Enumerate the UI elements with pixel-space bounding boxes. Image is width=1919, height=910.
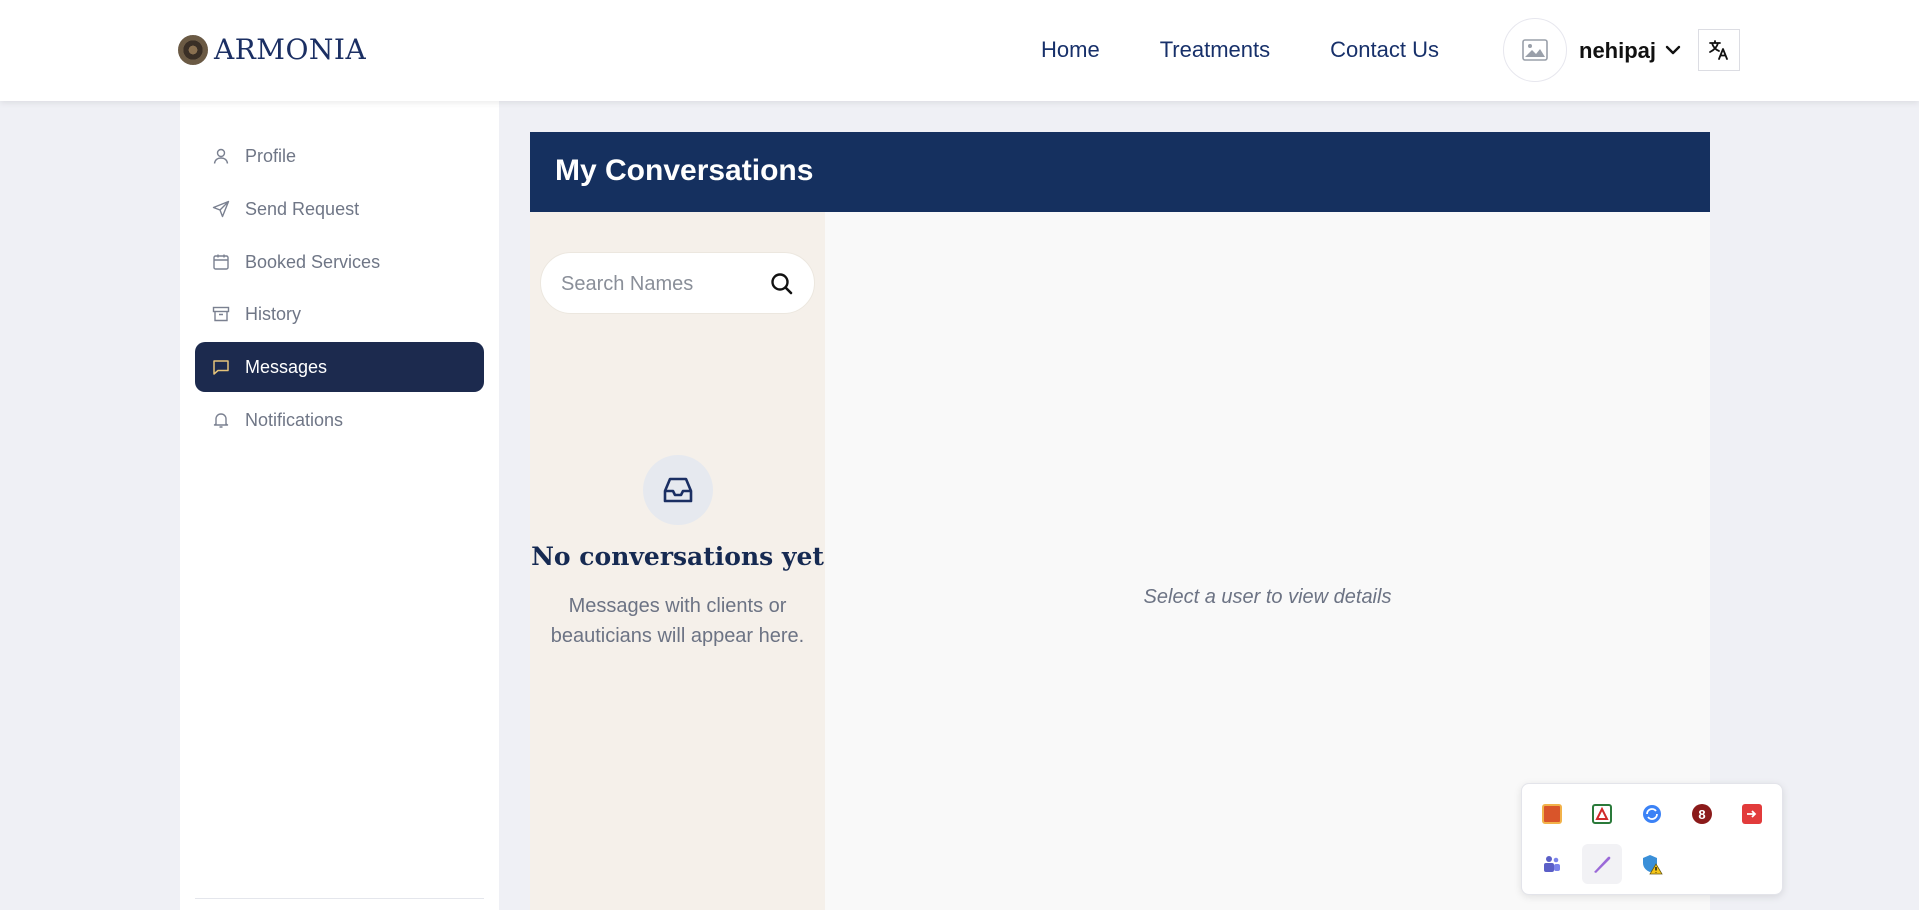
nav-link-treatments[interactable]: Treatments bbox=[1160, 37, 1270, 63]
sidebar-item-notifications[interactable]: Notifications bbox=[195, 395, 484, 445]
detail-placeholder-text: Select a user to view details bbox=[1143, 586, 1392, 608]
empty-state-description: Messages with clients or beauticians wil… bbox=[550, 595, 805, 647]
sidebar-item-label: Messages bbox=[245, 356, 328, 377]
conversations-header: My Conversations bbox=[530, 132, 1710, 212]
empty-state-badge bbox=[643, 455, 713, 525]
sidebar-divider bbox=[195, 898, 484, 899]
app-tray-icon-5[interactable] bbox=[1732, 794, 1772, 834]
user-name[interactable]: nehipaj bbox=[1579, 38, 1656, 64]
app-tray-icon-2[interactable] bbox=[1582, 794, 1622, 834]
sidebar: Profile Send Request Booked Services His… bbox=[180, 101, 499, 910]
app-tray-icon-1[interactable] bbox=[1532, 794, 1572, 834]
send-icon bbox=[211, 199, 231, 219]
sidebar-item-label: History bbox=[245, 303, 302, 324]
brand-name: ARMONIA bbox=[214, 33, 367, 66]
user-avatar[interactable] bbox=[1503, 18, 1567, 82]
page-title: My Conversations bbox=[555, 154, 814, 187]
translate-button[interactable] bbox=[1698, 29, 1740, 71]
search-icon[interactable] bbox=[769, 271, 795, 297]
bell-icon bbox=[211, 410, 231, 430]
user-icon bbox=[211, 146, 231, 166]
message-icon bbox=[211, 357, 231, 377]
app-tray-icon-4[interactable]: 8 bbox=[1682, 794, 1722, 834]
sidebar-item-booked-services[interactable]: Booked Services bbox=[195, 237, 484, 287]
main-nav: Home Treatments Contact Us bbox=[1041, 37, 1439, 63]
svg-text:8: 8 bbox=[1698, 807, 1705, 822]
sidebar-item-label: Notifications bbox=[245, 409, 344, 430]
search-box bbox=[540, 252, 815, 314]
teams-icon[interactable] bbox=[1532, 844, 1572, 884]
nav-link-contact-us[interactable]: Contact Us bbox=[1330, 37, 1439, 63]
translate-icon bbox=[1709, 40, 1728, 60]
search-input[interactable] bbox=[561, 269, 761, 299]
logo-emblem-icon bbox=[178, 34, 208, 65]
sidebar-item-label: Profile bbox=[245, 145, 297, 166]
top-navbar: ARMONIA Home Treatments Contact Us nehip… bbox=[0, 0, 1919, 101]
sidebar-item-send-request[interactable]: Send Request bbox=[195, 184, 484, 234]
security-warning-icon[interactable] bbox=[1632, 844, 1672, 884]
sidebar-item-label: Send Request bbox=[245, 198, 360, 219]
system-tray-popup: 8 bbox=[1521, 783, 1783, 895]
chevron-down-icon[interactable] bbox=[1665, 44, 1681, 56]
sync-icon[interactable] bbox=[1632, 794, 1672, 834]
calendar-icon bbox=[211, 252, 231, 272]
image-placeholder-icon bbox=[1522, 39, 1548, 61]
sidebar-item-profile[interactable]: Profile bbox=[195, 131, 484, 181]
sidebar-item-history[interactable]: History bbox=[195, 289, 484, 339]
nav-link-home[interactable]: Home bbox=[1041, 37, 1100, 63]
pen-icon[interactable] bbox=[1582, 844, 1622, 884]
conversation-list-panel: No conversations yet Messages with clien… bbox=[530, 212, 825, 910]
archive-icon bbox=[211, 304, 231, 324]
empty-state-title: No conversations yet bbox=[531, 542, 824, 571]
sidebar-item-messages[interactable]: Messages bbox=[195, 342, 484, 392]
inbox-icon bbox=[663, 477, 693, 503]
sidebar-item-label: Booked Services bbox=[245, 251, 381, 272]
brand-logo[interactable]: ARMONIA bbox=[178, 33, 366, 66]
